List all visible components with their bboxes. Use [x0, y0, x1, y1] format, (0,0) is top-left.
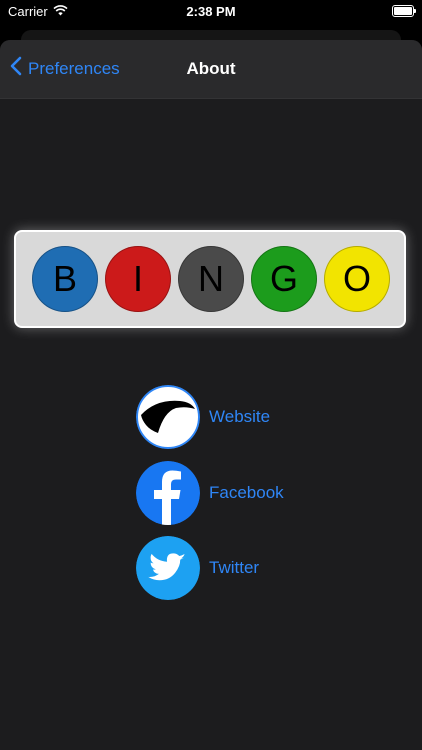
status-bar: Carrier 2:38 PM [0, 0, 422, 24]
bingo-ball-b: B [32, 246, 98, 312]
status-time: 2:38 PM [186, 4, 236, 19]
bingo-ball-i: I [105, 246, 171, 312]
bingo-letter: G [269, 258, 298, 299]
website-label[interactable]: Website [209, 407, 270, 427]
bingo-ball-o: O [324, 246, 390, 312]
facebook-icon[interactable] [136, 461, 200, 525]
about-sheet: Preferences About B I N G O Website Face… [0, 40, 422, 750]
bingo-letter: I [132, 258, 143, 299]
bingo-ball-n: N [178, 246, 244, 312]
twitter-link[interactable]: Twitter [136, 536, 259, 600]
bingo-letter: B [52, 258, 77, 299]
facebook-label[interactable]: Facebook [209, 483, 284, 503]
navigation-bar: Preferences About [0, 40, 422, 99]
battery-icon [392, 5, 416, 17]
twitter-label[interactable]: Twitter [209, 558, 259, 578]
page-title: About [186, 59, 236, 78]
website-link[interactable]: Website [136, 385, 270, 449]
website-logo-icon[interactable] [136, 385, 200, 449]
bingo-letter: N [198, 258, 224, 299]
bingo-ball-g: G [251, 246, 317, 312]
bingo-logo: B I N G O [14, 230, 406, 328]
facebook-link[interactable]: Facebook [136, 461, 284, 525]
bingo-letter: O [342, 258, 371, 299]
twitter-icon[interactable] [136, 536, 200, 600]
